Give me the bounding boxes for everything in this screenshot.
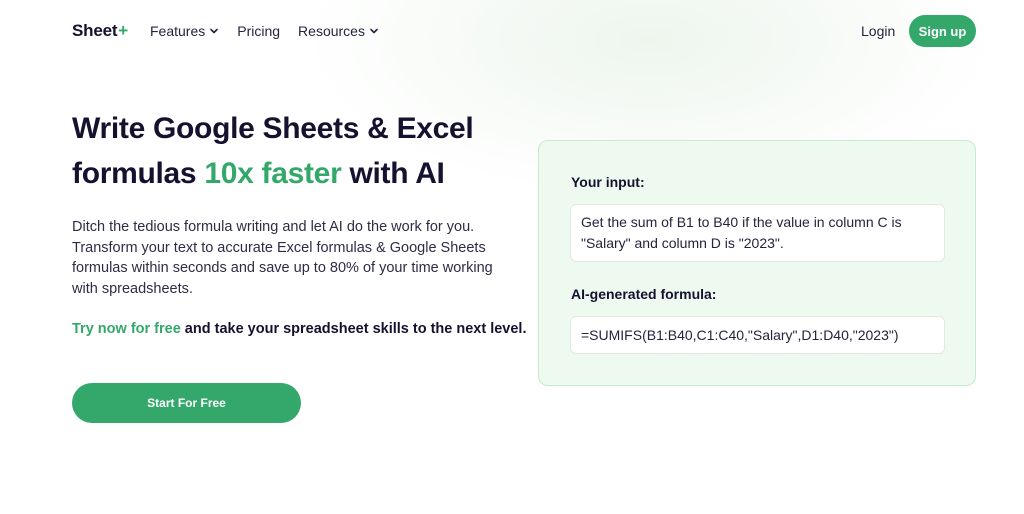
chevron-down-icon xyxy=(210,28,219,34)
headline-part2: with AI xyxy=(341,157,445,190)
nav-item-label: Pricing xyxy=(237,23,281,39)
nav-item-label: Resources xyxy=(298,23,365,39)
logo-text: Sheet xyxy=(72,21,118,40)
nav-item-features[interactable]: Features xyxy=(150,23,219,39)
input-label: Your input: xyxy=(571,174,645,190)
cta-text: Try now for free and take your spreadshe… xyxy=(72,319,532,340)
nav-item-pricing[interactable]: Pricing xyxy=(237,23,280,39)
formula-label: AI-generated formula: xyxy=(571,286,717,302)
try-free-link[interactable]: Try now for free xyxy=(72,321,181,337)
site-header: Sheet+ Features Pricing Resources Login … xyxy=(0,0,1024,62)
hero-description: Ditch the tedious formula writing and le… xyxy=(72,219,493,297)
formula-output-box: =SUMIFS(B1:B40,C1:C40,"Salary",D1:D40,"2… xyxy=(570,316,945,354)
start-for-free-button[interactable]: Start For Free xyxy=(72,383,301,423)
main-nav: Features Pricing Resources xyxy=(150,23,379,39)
hero-headline: Write Google Sheets & Excel formulas 10x… xyxy=(72,106,532,196)
input-example-box: Get the sum of B1 to B40 if the value in… xyxy=(570,204,945,262)
nav-item-label: Features xyxy=(150,23,206,39)
login-link[interactable]: Login xyxy=(861,23,895,39)
chevron-down-icon xyxy=(370,28,378,34)
demo-card: Your input: Get the sum of B1 to B40 if … xyxy=(538,140,976,386)
nav-item-resources[interactable]: Resources xyxy=(298,23,379,39)
logo[interactable]: Sheet+ xyxy=(72,21,128,41)
cta-rest: and take your spreadsheet skills to the … xyxy=(180,321,527,337)
signup-button[interactable]: Sign up xyxy=(909,15,976,47)
headline-accent: 10x faster xyxy=(204,157,342,190)
logo-plus: + xyxy=(118,21,129,40)
